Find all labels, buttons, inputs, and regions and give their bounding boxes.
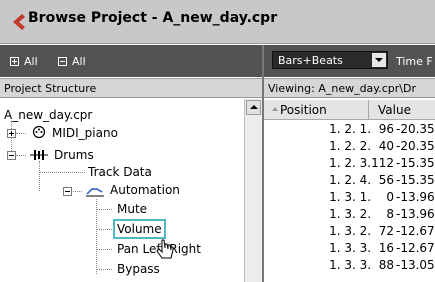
midi-piano-label: MIDI_piano [52, 126, 118, 140]
browse-project-window: Browse Project - A_new_day.cpr All All B… [0, 0, 435, 282]
position-cell: 1. 2. 1. 96 [329, 122, 394, 136]
tree-connector [11, 121, 12, 155]
tree-item-automation[interactable]: Automation [110, 182, 180, 198]
tree-scrollbar[interactable] [244, 99, 262, 282]
value-cell: -15.35 [396, 156, 435, 170]
tree-toolbar: All All [0, 45, 262, 77]
chevron-down-icon[interactable] [372, 53, 386, 67]
collapse-drums-icon[interactable] [7, 151, 16, 160]
tree-item-volume[interactable]: Volume [113, 219, 166, 239]
plus-box-icon [10, 56, 19, 66]
position-cell: 1. 3. 1. 0 [329, 190, 394, 204]
scroll-up-icon[interactable] [246, 100, 261, 115]
event-list: 1. 2. 1. 96 -20.35 1. 2. 2. 40 -20.35 1.… [264, 121, 435, 282]
collapse-all-label: All [72, 54, 86, 68]
table-row[interactable]: 1. 3. 2. 8 -13.96 [264, 206, 435, 222]
display-format-select[interactable]: Bars+Beats [272, 51, 388, 69]
position-cell: 1. 3. 3. 16 [329, 241, 394, 255]
midi-icon [32, 125, 46, 139]
bypass-label: Bypass [117, 262, 160, 276]
collapse-all-button[interactable]: All [58, 54, 86, 68]
table-row[interactable]: 1. 3. 3. 16 -12.67 [264, 240, 435, 256]
track-data-label: Track Data [88, 165, 152, 179]
collapse-automation-icon[interactable] [63, 187, 72, 196]
expand-midi-piano-icon[interactable] [7, 129, 16, 138]
event-toolbar: Bars+Beats Time F [264, 45, 435, 77]
sort-arrow-icon[interactable] [272, 107, 278, 111]
tree-item-drums[interactable]: Drums [54, 147, 94, 163]
automation-label: Automation [110, 183, 180, 197]
value-cell: -15.35 [396, 173, 435, 187]
display-format-value: Bars+Beats [278, 54, 343, 67]
arrow-left-icon [13, 14, 25, 30]
column-header-value[interactable]: Value [378, 103, 411, 117]
position-cell: 1. 3. 2. 8 [329, 207, 394, 221]
tree-connector [16, 133, 26, 134]
value-cell: -13.96 [396, 190, 435, 204]
position-cell: 1. 3. 3. 88 [329, 258, 394, 272]
minus-box-icon [58, 56, 67, 66]
viewing-path: Viewing: A_new_day.cpr\Dr [268, 82, 416, 95]
position-cell: 1. 2. 4. 56 [329, 173, 394, 187]
time-format-label: Time F [396, 55, 433, 68]
tree-connector [39, 172, 85, 173]
project-structure-header: Project Structure [0, 78, 262, 98]
event-list-header: Position Value [264, 100, 435, 120]
tree-connector [96, 229, 112, 230]
tree-item-mute[interactable]: Mute [117, 201, 147, 217]
table-row[interactable]: 1. 2. 4. 56 -15.35 [264, 172, 435, 188]
tree-item-bypass[interactable]: Bypass [117, 261, 160, 277]
drum-track-icon [30, 150, 48, 160]
column-header-position[interactable]: Position [280, 103, 327, 117]
automation-curve-icon [86, 188, 104, 197]
position-cell: 1. 2. 2. 40 [329, 139, 394, 153]
position-cell: 1. 2. 3.112 [329, 156, 394, 170]
tree-connector [96, 199, 97, 274]
title-bar: Browse Project - A_new_day.cpr [0, 0, 435, 44]
project-structure-label: Project Structure [4, 82, 97, 95]
table-row[interactable]: 1. 3. 2. 72 -12.67 [264, 223, 435, 239]
value-cell: -12.67 [396, 224, 435, 238]
column-divider[interactable] [368, 100, 369, 120]
tree-item-midi-piano[interactable]: MIDI_piano [52, 125, 118, 141]
expand-all-label: All [24, 54, 38, 68]
tree-item-track-data[interactable]: Track Data [88, 164, 152, 180]
tree-root[interactable]: A_new_day.cpr [4, 107, 92, 123]
table-row[interactable]: 1. 3. 1. 0 -13.96 [264, 189, 435, 205]
table-row[interactable]: 1. 2. 2. 40 -20.35 [264, 138, 435, 154]
volume-label: Volume [117, 222, 162, 236]
table-row[interactable]: 1. 3. 3. 88 -13.05 [264, 257, 435, 273]
tree-root-label: A_new_day.cpr [4, 108, 93, 122]
project-tree: A_new_day.cpr MIDI_piano Drums Track Dat… [0, 99, 244, 282]
mouse-pointer-icon [156, 239, 174, 259]
tree-connector [16, 155, 26, 156]
tree-connector [96, 269, 112, 270]
position-cell: 1. 3. 2. 72 [329, 224, 394, 238]
value-cell: -13.96 [396, 207, 435, 221]
tree-connector [96, 249, 112, 250]
drums-label: Drums [54, 148, 94, 162]
table-row[interactable]: 1. 2. 3.112 -15.35 [264, 155, 435, 171]
value-cell: -20.35 [396, 139, 435, 153]
mute-label: Mute [117, 202, 148, 216]
window-title: Browse Project - A_new_day.cpr [28, 10, 278, 26]
value-cell: -20.35 [396, 122, 435, 136]
tree-connector [96, 209, 112, 210]
table-row[interactable]: 1. 2. 1. 96 -20.35 [264, 121, 435, 137]
expand-all-button[interactable]: All [10, 54, 38, 68]
value-cell: -12.67 [396, 241, 435, 255]
value-cell: -13.05 [396, 258, 435, 272]
tree-connector [39, 161, 40, 191]
viewing-path-bar: Viewing: A_new_day.cpr\Dr [264, 78, 435, 98]
